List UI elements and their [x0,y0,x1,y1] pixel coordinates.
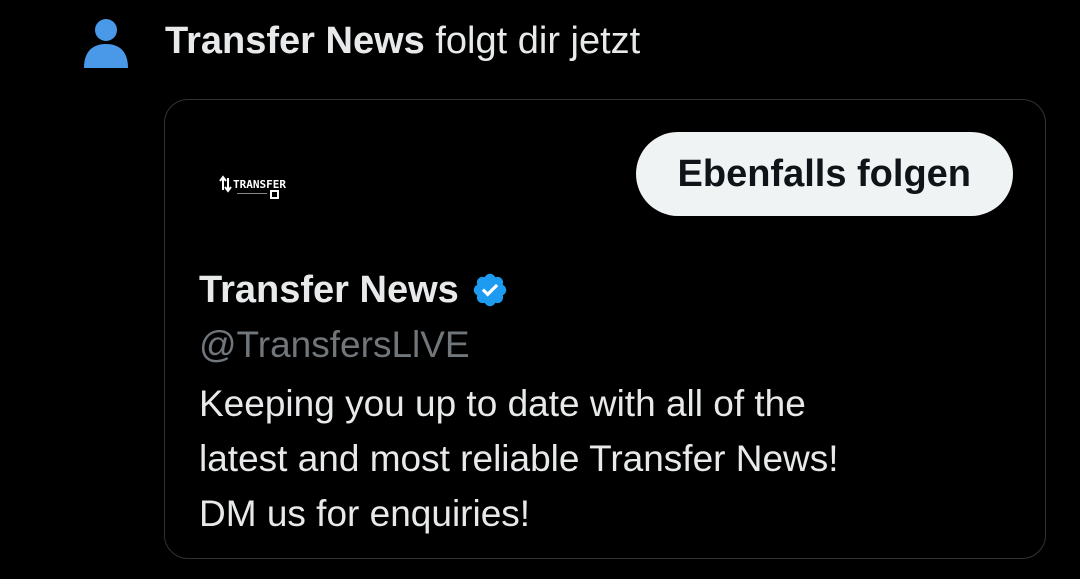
notification-action-text: folgt dir jetzt [424,20,641,62]
bio-line: Keeping you up to date with all of the [199,383,806,424]
transfer-logo-icon: TRANSFER [219,175,286,199]
verified-badge-icon [473,273,507,307]
profile-name[interactable]: Transfer News [199,266,459,314]
notification-icon-wrap [82,14,130,70]
follow-back-button[interactable]: Ebenfalls folgen [635,132,1013,216]
notification-text: Transfer News folgt dir jetzt [165,17,640,65]
notification-page: Transfer News folgt dir jetzt TRANSFER E… [0,0,1080,579]
profile-name-row: Transfer News [199,266,509,314]
profile-avatar[interactable]: TRANSFER [209,166,289,206]
profile-bio: Keeping you up to date with all of the l… [199,376,1019,541]
logo-text: TRANSFER [233,178,286,191]
bio-line: DM us for enquiries! [199,493,531,534]
profile-card[interactable]: TRANSFER Ebenfalls folgen Transfer News … [164,99,1046,559]
actor-name-link[interactable]: Transfer News [165,20,425,62]
profile-handle: @TransfersLlVE [199,324,470,365]
bio-line: latest and most reliable Transfer News! [199,438,839,479]
person-icon [84,19,128,68]
